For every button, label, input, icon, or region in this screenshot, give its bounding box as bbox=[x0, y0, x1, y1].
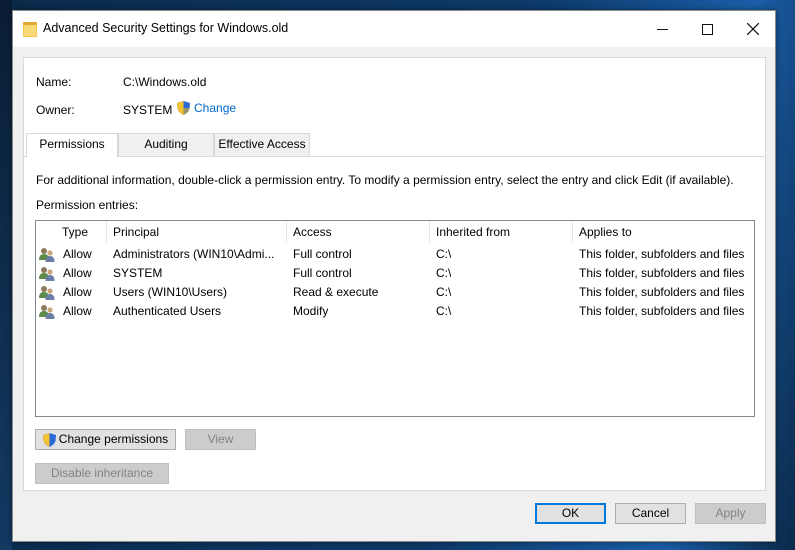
table-row[interactable]: Allow Users (WIN10\Users) Read & execute… bbox=[36, 283, 754, 302]
user-group-icon bbox=[39, 248, 55, 262]
cell-inherited-from: C:\ bbox=[436, 304, 452, 318]
close-button[interactable] bbox=[730, 11, 775, 47]
cancel-button[interactable]: Cancel bbox=[615, 503, 686, 524]
settings-panel: Name: C:\Windows.old Owner: SYSTEM Chang… bbox=[23, 57, 766, 491]
cell-inherited-from: C:\ bbox=[436, 247, 452, 261]
tab-auditing[interactable]: Auditing bbox=[118, 133, 214, 157]
cell-principal: Administrators (WIN10\Admi... bbox=[113, 247, 275, 261]
column-header-inherited-from[interactable]: Inherited from bbox=[430, 221, 573, 243]
column-header-applies-to[interactable]: Applies to bbox=[573, 221, 754, 243]
cell-inherited-from: C:\ bbox=[436, 285, 452, 299]
security-settings-window: Advanced Security Settings for Windows.o… bbox=[12, 10, 776, 542]
column-header-principal[interactable]: Principal bbox=[107, 221, 287, 243]
permission-entries-label: Permission entries: bbox=[36, 198, 139, 212]
owner-value: SYSTEM bbox=[123, 103, 173, 117]
ok-button[interactable]: OK bbox=[535, 503, 606, 524]
name-value: C:\Windows.old bbox=[123, 75, 207, 89]
column-header-access[interactable]: Access bbox=[287, 221, 430, 243]
tab-effective-access[interactable]: Effective Access bbox=[214, 133, 310, 157]
disable-inheritance-button[interactable]: Disable inheritance bbox=[35, 463, 169, 484]
apply-button[interactable]: Apply bbox=[695, 503, 766, 524]
cell-principal: Authenticated Users bbox=[113, 304, 222, 318]
permission-entries-list[interactable]: Type Principal Access Inherited from App… bbox=[35, 220, 755, 417]
tab-permissions[interactable]: Permissions bbox=[26, 133, 118, 158]
cell-applies-to: This folder, subfolders and files bbox=[579, 304, 745, 318]
user-group-icon bbox=[39, 286, 55, 300]
maximize-icon bbox=[702, 23, 713, 35]
user-group-icon bbox=[39, 267, 55, 281]
table-row[interactable]: Allow SYSTEM Full control C:\ This folde… bbox=[36, 264, 754, 283]
title-bar[interactable]: Advanced Security Settings for Windows.o… bbox=[13, 11, 775, 47]
change-link-text: Change bbox=[194, 101, 237, 115]
cell-applies-to: This folder, subfolders and files bbox=[579, 285, 745, 299]
cell-type: Allow bbox=[63, 304, 92, 318]
cell-access: Read & execute bbox=[293, 285, 379, 299]
table-row[interactable]: Allow Authenticated Users Modify C:\ Thi… bbox=[36, 302, 754, 321]
change-owner-link[interactable]: Change bbox=[177, 101, 236, 115]
minimize-icon bbox=[657, 28, 668, 30]
cell-principal: Users (WIN10\Users) bbox=[113, 285, 228, 299]
window-title: Advanced Security Settings for Windows.o… bbox=[43, 21, 289, 35]
minimize-button[interactable] bbox=[640, 11, 685, 47]
maximize-button[interactable] bbox=[685, 11, 730, 47]
info-text: For additional information, double-click… bbox=[36, 173, 734, 187]
owner-label: Owner: bbox=[36, 103, 75, 117]
uac-shield-icon bbox=[177, 101, 190, 115]
change-permissions-button[interactable]: Change permissions bbox=[35, 429, 176, 450]
cell-principal: SYSTEM bbox=[113, 266, 163, 280]
user-group-icon bbox=[39, 305, 55, 319]
name-label: Name: bbox=[36, 75, 72, 89]
table-row[interactable]: Allow Administrators (WIN10\Admi... Full… bbox=[36, 245, 754, 264]
column-header-type[interactable]: Type bbox=[56, 221, 107, 243]
cell-access: Full control bbox=[293, 247, 352, 261]
folder-icon bbox=[23, 22, 37, 37]
cell-access: Full control bbox=[293, 266, 352, 280]
tab-strip: Permissions Auditing Effective Access bbox=[24, 133, 765, 158]
desktop-background bbox=[0, 0, 12, 550]
cell-inherited-from: C:\ bbox=[436, 266, 452, 280]
cell-type: Allow bbox=[63, 285, 92, 299]
cell-type: Allow bbox=[63, 266, 92, 280]
cell-applies-to: This folder, subfolders and files bbox=[579, 266, 745, 280]
cell-access: Modify bbox=[293, 304, 329, 318]
list-header: Type Principal Access Inherited from App… bbox=[36, 221, 754, 243]
cell-type: Allow bbox=[63, 247, 92, 261]
cell-applies-to: This folder, subfolders and files bbox=[579, 247, 745, 261]
view-button[interactable]: View bbox=[185, 429, 256, 450]
change-permissions-label: Change permissions bbox=[58, 432, 169, 446]
close-icon bbox=[746, 23, 759, 35]
uac-shield-icon bbox=[42, 432, 56, 447]
